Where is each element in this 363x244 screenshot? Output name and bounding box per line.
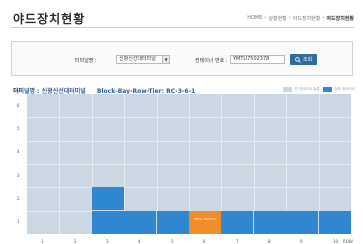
tier-axis-header: TIER [13, 88, 22, 93]
page-title: 야드장치현황 [13, 12, 86, 26]
legend: 빈 컨테이너 슬롯 장치 컨테이너 [282, 87, 355, 92]
breadcrumb: HOME › 상황현황 › 야드장치현황 › 야드장치현황 [247, 15, 354, 22]
tier-label: 5 [17, 126, 20, 131]
grid-line [27, 117, 351, 118]
terminal-select-value: 신항신선대터미널 [119, 56, 156, 62]
search-panel: 터미널명 : 신항신선대터미널 ▼ 컨테이너 번호 : YMTU7502378 … [11, 41, 353, 76]
row-label: 10 [333, 239, 339, 244]
container-slot[interactable] [319, 211, 351, 234]
search-icon [295, 56, 301, 63]
tier-label: 6 [17, 103, 20, 108]
row-label: 8 [268, 239, 271, 244]
chevron-down-icon: ▼ [162, 56, 169, 63]
row-label: 4 [138, 239, 141, 244]
grid-line [27, 187, 351, 188]
row-label: 3 [106, 239, 109, 244]
legend-empty-label: 빈 컨테이너 슬롯 [294, 87, 320, 91]
legend-filled-swatch [322, 87, 332, 92]
title-divider [11, 27, 354, 28]
breadcrumb-current: 야드장치현황 [326, 16, 354, 22]
row-axis-footer: ROW [343, 239, 353, 244]
selected-container-slot[interactable]: YMTU 7502378 [189, 211, 221, 234]
search-button-label: 조회 [302, 57, 313, 63]
yard-grid-area: YMTU 7502378 [27, 94, 351, 234]
tier-label: 3 [17, 173, 20, 178]
row-label: 1 [41, 239, 44, 244]
legend-empty-swatch [282, 87, 292, 92]
breadcrumb-item[interactable]: 상황현황 [268, 15, 286, 22]
container-slot[interactable] [286, 211, 318, 234]
row-label: 5 [171, 239, 174, 244]
row-label: 6 [203, 239, 206, 244]
terminal-label: 터미널명 : [75, 58, 97, 64]
container-slot[interactable] [92, 187, 124, 210]
container-slot[interactable] [124, 211, 156, 234]
tier-label: 1 [17, 219, 20, 224]
breadcrumb-item[interactable]: 야드장치현황 [293, 15, 321, 22]
container-number-input[interactable]: YMTU7502378 [230, 55, 285, 64]
grid-line [27, 164, 351, 165]
container-slot[interactable] [157, 211, 189, 234]
container-slot[interactable] [221, 211, 253, 234]
row-label: 7 [236, 239, 239, 244]
grid-line [27, 141, 351, 142]
container-number-label: 컨테이너 번호 : [195, 58, 228, 64]
legend-filled-label: 장치 컨테이너 [334, 87, 355, 91]
container-slot[interactable] [254, 211, 286, 234]
row-label: 9 [300, 239, 303, 244]
search-button[interactable]: 조회 [290, 54, 317, 65]
row-label: 2 [74, 239, 77, 244]
terminal-select[interactable]: 신항신선대터미널 ▼ [116, 55, 170, 64]
tier-label: 4 [17, 149, 20, 154]
tier-label: 2 [17, 196, 20, 201]
container-slot[interactable] [92, 211, 124, 234]
breadcrumb-home[interactable]: HOME [247, 15, 262, 22]
